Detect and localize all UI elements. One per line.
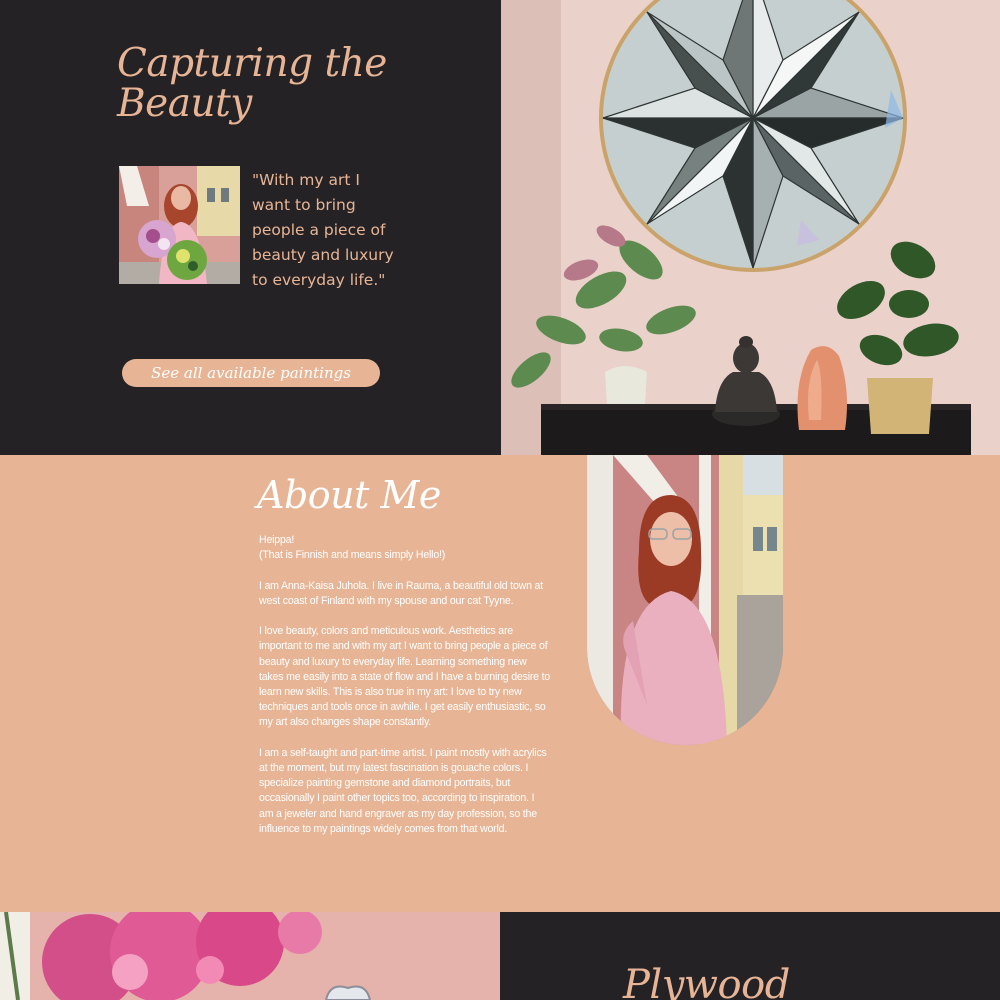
plywood-panel: Plywood (500, 912, 1000, 1000)
about-section: About Me Heippa! (That is Finnish and me… (0, 455, 1000, 912)
artist-quote: "With my art I want to bring people a pi… (252, 171, 394, 289)
about-title: About Me (257, 473, 441, 517)
plywood-section: Plywood (0, 912, 1000, 1000)
hero-section: Capturing the Beauty "With my art I want… (0, 0, 1000, 455)
hero-intro-panel: Capturing the Beauty "With my art I want… (0, 0, 500, 455)
see-all-paintings-button[interactable]: See all available paintings (122, 359, 380, 387)
diamond-painting-photo (501, 0, 1000, 455)
artist-portrait-image (119, 166, 240, 284)
artist-photo (587, 455, 783, 745)
plywood-title: Plywood (623, 962, 790, 1000)
about-paragraph: I love beauty, colors and meticulous wor… (259, 625, 551, 729)
about-paragraph: I am a self-taught and part-time artist.… (259, 746, 547, 835)
about-paragraph: I am Anna-Kaisa Juhola. I live in Rauma,… (259, 579, 543, 607)
hero-title: Capturing the Beauty (117, 41, 387, 126)
about-paragraph: Heippa! (That is Finnish and means simpl… (259, 534, 446, 562)
about-text: Heippa! (That is Finnish and means simpl… (259, 533, 551, 837)
flowers-photo (0, 912, 500, 1000)
